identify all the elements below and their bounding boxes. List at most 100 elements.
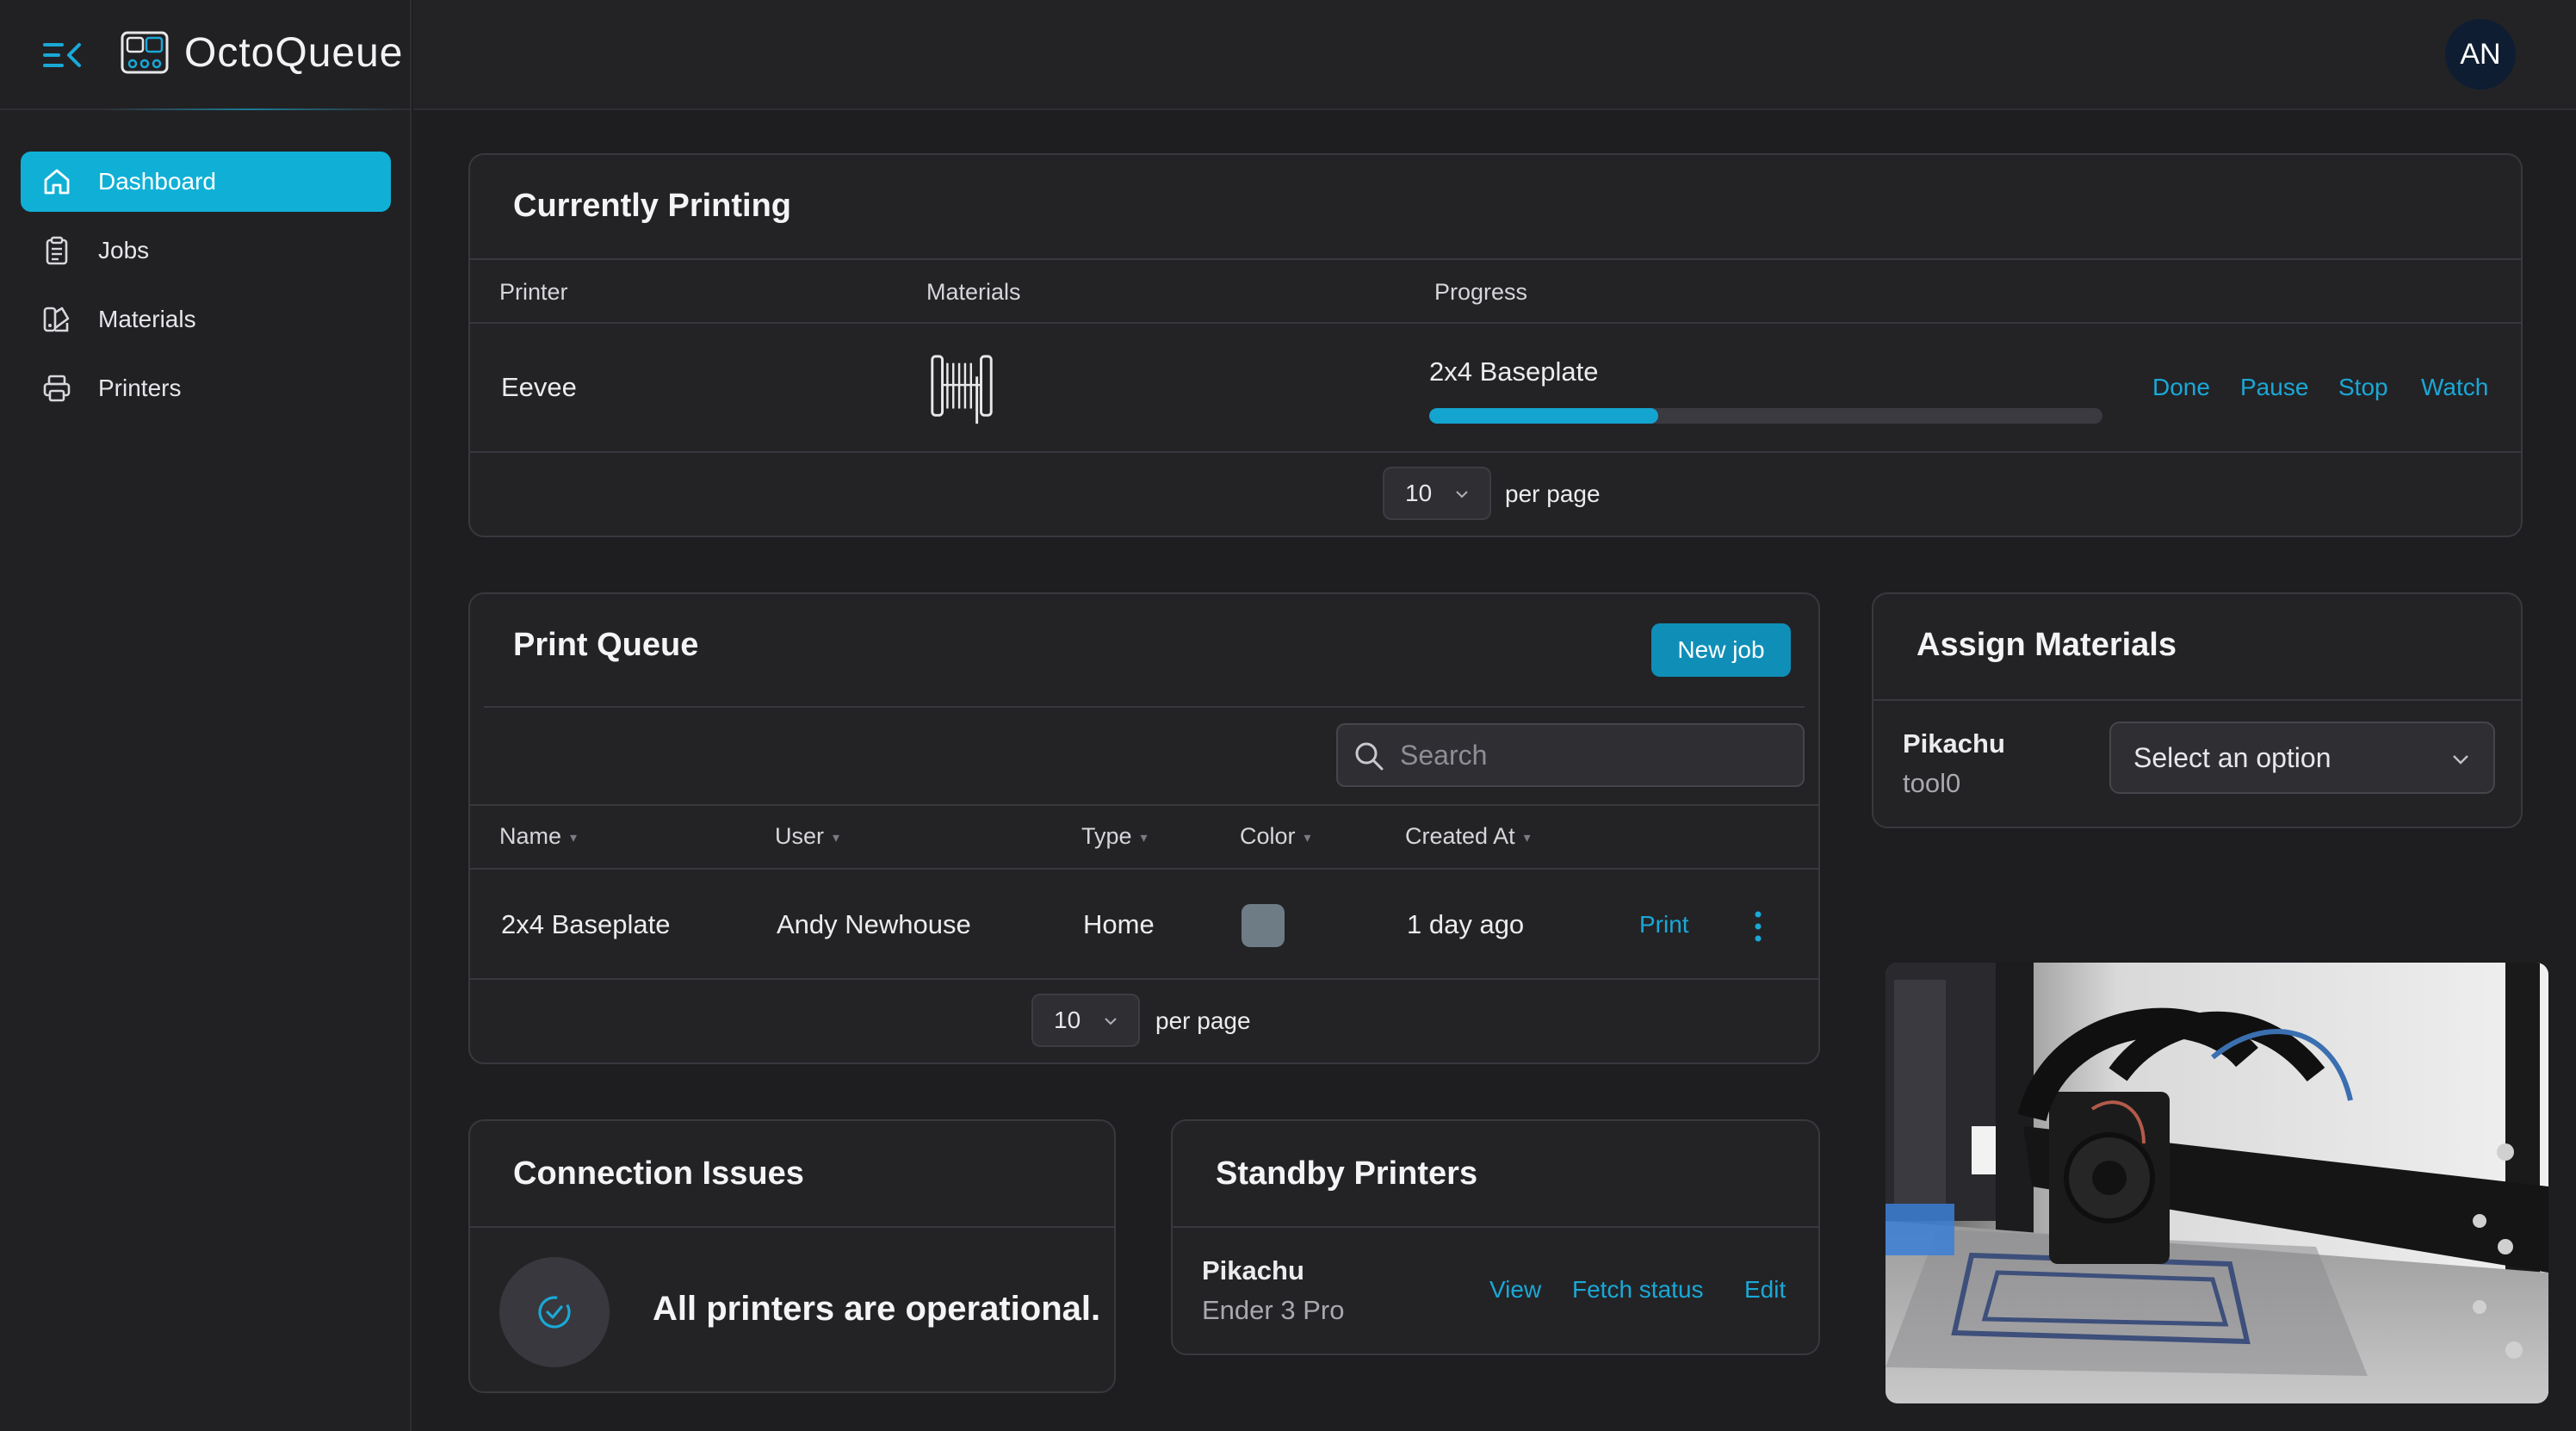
sidebar-item-label: Dashboard: [98, 168, 216, 195]
divider: [470, 804, 1818, 806]
column-header-printer: Printer: [499, 279, 568, 305]
sort-icon: ▾: [1140, 830, 1148, 846]
column-header-user[interactable]: User ▾: [775, 823, 839, 850]
column-header-materials: Materials: [926, 279, 1021, 305]
divider: [484, 706, 1805, 708]
chevron-down-icon: [2453, 755, 2468, 765]
job-user: Andy Newhouse: [777, 909, 971, 939]
sidebar-item-jobs[interactable]: Jobs: [21, 220, 391, 281]
menu-collapse-icon[interactable]: [41, 38, 83, 72]
sidebar: OctoQueue Dashboard Jobs Materials Print…: [0, 0, 412, 1431]
brand-accent-line: [103, 108, 396, 110]
sidebar-item-label: Materials: [98, 306, 196, 332]
card-title: Connection Issues: [513, 1155, 804, 1192]
assign-materials-card: Assign Materials Pikachu tool0 Select an…: [1872, 592, 2523, 828]
column-header-label: Created At: [1405, 823, 1515, 849]
sidebar-item-dashboard[interactable]: Dashboard: [21, 152, 391, 212]
per-page-select[interactable]: 10: [1031, 994, 1140, 1047]
card-title: Assign Materials: [1917, 627, 2177, 663]
view-button[interactable]: View: [1489, 1276, 1541, 1304]
sidebar-item-materials[interactable]: Materials: [21, 289, 391, 350]
card-title: Standby Printers: [1216, 1155, 1478, 1192]
fetch-status-button[interactable]: Fetch status: [1572, 1276, 1704, 1304]
octoqueue-logo-icon: [121, 31, 169, 74]
home-icon: [41, 166, 72, 197]
currently-printing-card: Currently Printing Printer Materials Pro…: [468, 153, 2523, 537]
print-button[interactable]: Print: [1639, 911, 1689, 939]
sort-icon: ▾: [1523, 830, 1531, 846]
filament-spool-icon[interactable]: [928, 351, 997, 427]
job-name: 2x4 Baseplate: [501, 909, 671, 939]
card-title: Print Queue: [513, 627, 699, 663]
per-page-label: per page: [1155, 1007, 1251, 1034]
divider: [470, 978, 1818, 980]
search-icon: [1355, 742, 1384, 771]
done-button[interactable]: Done: [2152, 374, 2210, 401]
job-color-swatch: [1242, 904, 1285, 947]
topbar: AN: [413, 0, 2576, 110]
app-name: OctoQueue: [184, 30, 404, 76]
job-created-at: 1 day ago: [1407, 909, 1525, 939]
clipboard-icon: [41, 235, 72, 266]
printer-name: Pikachu: [1202, 1255, 1304, 1285]
more-options-icon[interactable]: [1753, 909, 1763, 944]
job-type: Home: [1083, 909, 1155, 939]
divider: [1173, 1226, 1818, 1228]
search-input[interactable]: [1400, 725, 1779, 785]
edit-button[interactable]: Edit: [1744, 1276, 1786, 1304]
card-title: Currently Printing: [513, 188, 792, 224]
column-header-name[interactable]: Name ▾: [499, 823, 577, 850]
check-circle-icon: [538, 1296, 571, 1329]
printer-icon: [41, 373, 72, 404]
divider: [470, 1226, 1114, 1228]
sort-icon: ▾: [570, 830, 578, 846]
sidebar-item-label: Jobs: [98, 237, 150, 263]
user-avatar[interactable]: AN: [2445, 19, 2516, 90]
status-message: All printers are operational.: [653, 1290, 1101, 1328]
column-header-label: User: [775, 823, 825, 849]
column-header-type[interactable]: Type ▾: [1081, 823, 1148, 850]
print-progress-bar: [1429, 408, 2102, 424]
search-box: [1336, 723, 1805, 787]
per-page-value: 10: [1405, 480, 1433, 506]
connection-issues-card: Connection Issues All printers are opera…: [468, 1119, 1116, 1393]
divider: [470, 258, 2521, 260]
column-header-progress: Progress: [1434, 279, 1528, 305]
print-queue-card: Print Queue New job Name ▾ User ▾ Type ▾ Co…: [468, 592, 1820, 1064]
printer-name: Pikachu: [1903, 728, 2005, 759]
sidebar-nav: Dashboard Jobs Materials Printers: [21, 152, 391, 427]
sidebar-item-printers[interactable]: Printers: [21, 358, 391, 418]
standby-printers-card: Standby Printers Pikachu Ender 3 Pro Vie…: [1171, 1119, 1820, 1355]
app-root: OctoQueue Dashboard Jobs Materials Print…: [0, 0, 2576, 1431]
printer-model: Ender 3 Pro: [1202, 1295, 1345, 1325]
brand-header: OctoQueue: [0, 0, 412, 110]
pause-button[interactable]: Pause: [2240, 374, 2308, 401]
watch-button[interactable]: Watch: [2421, 374, 2488, 401]
column-header-label: Type: [1081, 823, 1132, 849]
column-header-label: Name: [499, 823, 562, 849]
per-page-label: per page: [1505, 480, 1601, 507]
swatch-book-icon: [41, 304, 72, 335]
sidebar-item-label: Printers: [98, 375, 182, 401]
divider: [470, 868, 1818, 870]
per-page-select[interactable]: 10: [1383, 467, 1491, 520]
chevron-down-icon: [1456, 491, 1468, 499]
printer-name: Eevee: [501, 372, 577, 402]
material-select[interactable]: Select an option: [2109, 722, 2495, 794]
divider: [1873, 699, 2521, 701]
status-icon-circle: [499, 1257, 610, 1367]
job-name: 2x4 Baseplate: [1429, 356, 1599, 387]
column-header-created-at[interactable]: Created At ▾: [1405, 823, 1531, 850]
column-header-color[interactable]: Color ▾: [1240, 823, 1311, 850]
divider: [470, 451, 2521, 453]
select-value: Select an option: [2133, 741, 2331, 773]
stop-button[interactable]: Stop: [2338, 374, 2388, 401]
printer-camera-image: [1886, 963, 2548, 1403]
webcam-feed[interactable]: [1886, 963, 2548, 1403]
new-job-button[interactable]: New job: [1651, 623, 1791, 677]
column-header-label: Color: [1240, 823, 1296, 849]
chevron-down-icon: [1105, 1018, 1117, 1025]
print-progress-fill: [1429, 408, 1658, 424]
divider: [470, 322, 2521, 324]
tool-name: tool0: [1903, 768, 1961, 798]
